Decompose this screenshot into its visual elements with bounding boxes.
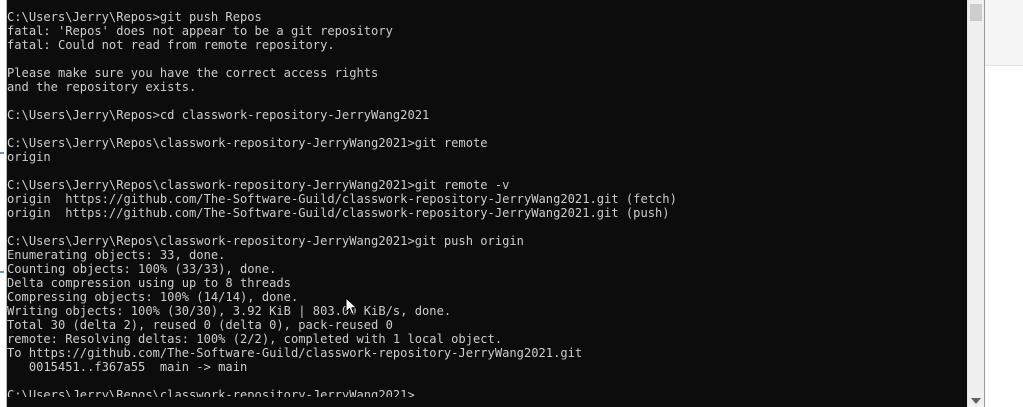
console-line: Total 30 (delta 2), reused 0 (delta 0), … <box>7 318 393 332</box>
vertical-scrollbar[interactable] <box>967 0 984 407</box>
console-line: and the repository exists. <box>7 80 197 94</box>
console-line: To https://github.com/The-Software-Guild… <box>7 346 583 360</box>
console-line: Please make sure you have the correct ac… <box>7 66 379 80</box>
console-line: Writing objects: 100% (30/30), 3.92 KiB … <box>7 304 452 318</box>
console-line: origin <box>7 150 51 164</box>
desktop-screen: C:\Users\Jerry\Repos>git push Repos fatal… <box>0 0 1023 407</box>
console-line: C:\Users\Jerry\Repos\classwork-repositor… <box>7 234 524 248</box>
console-output[interactable]: C:\Users\Jerry\Repos>git push Repos fatal… <box>7 10 965 397</box>
console-line: Compressing objects: 100% (14/14), done. <box>7 290 299 304</box>
console-line: Counting objects: 100% (33/33), done. <box>7 262 277 276</box>
console-line: Delta compression using up to 8 threads <box>7 276 291 290</box>
console-line: C:\Users\Jerry\Repos>git push Repos <box>7 10 262 24</box>
console-line: C:\Users\Jerry\Repos\classwork-repositor… <box>7 178 510 192</box>
console-line: C:\Users\Jerry\Repos>cd classwork-reposi… <box>7 108 430 122</box>
console-line: remote: Resolving deltas: 100% (2/2), co… <box>7 332 503 346</box>
scrollbar-thumb[interactable] <box>970 4 982 21</box>
background-window-right-edge <box>985 0 1023 407</box>
console-line: fatal: Could not read from remote reposi… <box>7 38 335 52</box>
background-window-left-edge <box>0 0 7 407</box>
chevron-down-icon[interactable] <box>971 398 981 404</box>
console-line: origin https://github.com/The-Software-G… <box>7 206 670 220</box>
background-window-mark <box>0 271 4 273</box>
console-line: C:\Users\Jerry\Repos\classwork-repositor… <box>7 136 488 150</box>
console-line: fatal: 'Repos' does not appear to be a g… <box>7 24 393 38</box>
console-line: Enumerating objects: 33, done. <box>7 248 226 262</box>
background-window-divider <box>985 65 1023 66</box>
console-line: origin https://github.com/The-Software-G… <box>7 192 677 206</box>
background-window-mark <box>0 152 4 154</box>
console-line: 0015451..f367a55 main -> main <box>7 360 248 374</box>
command-prompt-window[interactable]: C:\Users\Jerry\Repos>git push Repos fatal… <box>7 0 985 407</box>
console-prompt-line: C:\Users\Jerry\Repos\classwork-repositor… <box>7 388 415 397</box>
background-window-header <box>985 0 1023 65</box>
mouse-pointer-icon <box>345 297 357 315</box>
